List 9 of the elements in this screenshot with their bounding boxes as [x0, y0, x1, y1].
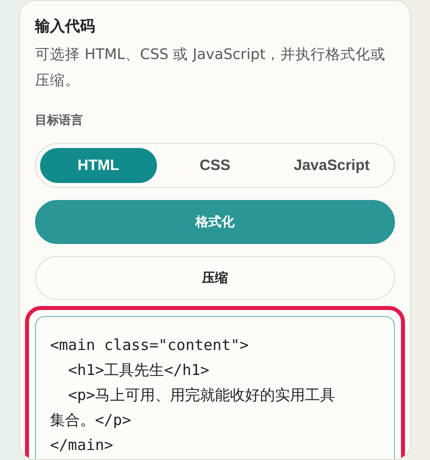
language-tab[interactable]: CSS [156, 148, 274, 183]
card-description: 可选择 HTML、CSS 或 JavaScript，并执行格式化或压缩。 [35, 46, 386, 91]
language-tab[interactable]: JavaScript [273, 148, 390, 183]
compress-button[interactable]: 压缩 [35, 256, 395, 300]
language-label: 目标语言 [35, 112, 84, 129]
card-title: 输入代码 [35, 16, 96, 37]
format-button[interactable]: 格式化 [35, 200, 395, 244]
code-input-field[interactable]: <main class="content"> <h1>工具先生</h1> <p>马上可用、用完就能收好的实用工具集合。</p> </main> [35, 316, 395, 459]
language-tab[interactable]: HTML [40, 148, 157, 183]
